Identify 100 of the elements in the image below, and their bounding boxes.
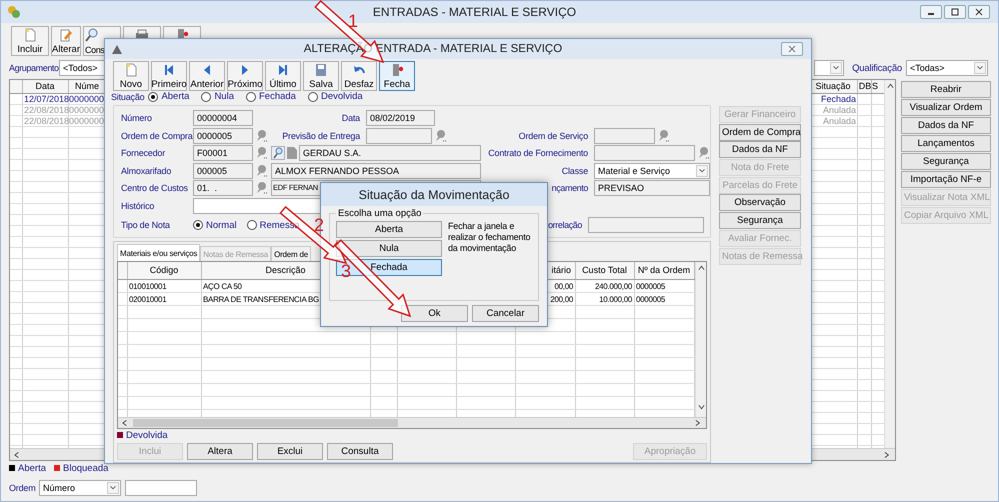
option-button[interactable]: Aberta [336, 221, 442, 238]
table-cell-text: 00,00 [553, 281, 574, 293]
supplier-code-field[interactable]: F00001 [193, 145, 253, 161]
search-icon[interactable] [271, 146, 285, 160]
entry-field[interactable]: PREVISAO [594, 180, 710, 196]
action-button[interactable]: Altera [187, 443, 253, 460]
action-button[interactable]: Dados da NF [719, 141, 801, 158]
warehouse-name-field[interactable]: ALMOX FERNANDO PESSOA [271, 162, 481, 178]
pin-icon[interactable] [697, 146, 711, 160]
search-field[interactable] [125, 480, 197, 496]
dropdown[interactable] [814, 60, 844, 76]
cancel-button[interactable]: Cancelar [472, 305, 539, 322]
order-dropdown[interactable]: Número [39, 480, 121, 496]
radio-option[interactable]: Aberta [148, 91, 190, 102]
close-button[interactable] [781, 42, 803, 56]
scroll-up-icon[interactable] [886, 82, 894, 90]
pin-icon[interactable] [657, 128, 671, 142]
toolbar-button[interactable]: Último [265, 61, 301, 92]
action-button[interactable]: Ordem de Compra [719, 124, 801, 141]
search-icon [85, 28, 99, 42]
toolbar-button[interactable]: Primeiro [151, 61, 187, 92]
action-button[interactable]: Reabrir [901, 81, 991, 98]
minimize-button[interactable] [920, 5, 942, 19]
table-cell-text: 22/08/2018 [23, 105, 68, 116]
cost-center-code-field[interactable]: 01. . [193, 180, 253, 196]
toolbar-button[interactable]: Salva [303, 61, 339, 92]
action-button[interactable]: Exclui [257, 443, 323, 460]
dropdown-icon[interactable] [974, 62, 986, 74]
close-button[interactable] [968, 5, 990, 19]
column-header: DB [858, 80, 872, 93]
number-field[interactable]: 00000004 [193, 110, 253, 126]
pin-icon[interactable] [255, 181, 269, 195]
legend-item: Devolvida [117, 429, 707, 441]
dropdown-icon[interactable] [696, 164, 708, 176]
toolbar-button[interactable]: Desfaz [341, 61, 377, 92]
supplier-name-field[interactable]: GERDAU S.A. [299, 145, 481, 161]
qualification-dropdown[interactable]: <Todas> [906, 60, 988, 76]
radio-option[interactable]: Fechada [246, 91, 296, 102]
scroll-right-icon[interactable] [695, 419, 702, 427]
last-icon [276, 63, 290, 78]
action-button[interactable]: Observação [719, 194, 801, 212]
radio-option[interactable]: Devolvida [308, 91, 363, 102]
tab[interactable]: Ordem de [271, 246, 312, 261]
toolbar-button[interactable]: Próximo [227, 61, 263, 92]
field-label: Contrato de Fornecimento [487, 148, 588, 158]
action-button[interactable]: Lançamentos [901, 135, 991, 152]
dropdown-icon[interactable] [107, 482, 119, 494]
hint-text: Fechar a janela e realizar o fechamento da movimentação [448, 221, 532, 255]
action-button[interactable]: Consulta [327, 443, 393, 460]
correlation-field[interactable] [588, 217, 704, 233]
pin-icon[interactable] [255, 146, 269, 160]
action-button[interactable]: Dados da NF [901, 117, 991, 134]
purchase-order-field[interactable]: 0000005 [193, 128, 253, 144]
table-cell-text: Fechada [820, 94, 857, 105]
table-cell-text: 020010001 [128, 294, 168, 306]
contract-field[interactable] [594, 145, 695, 161]
pin-icon[interactable] [434, 128, 448, 142]
date-field[interactable]: 08/02/2019 [366, 110, 435, 126]
scroll-up-icon[interactable] [698, 264, 704, 272]
action-button[interactable]: Segurança [719, 212, 801, 230]
pin-icon[interactable] [255, 128, 269, 142]
column-header: Nº da Ordem [638, 264, 690, 277]
tab[interactable]: Materiais e/ou serviços [117, 244, 200, 261]
field-label: Previsão de Entrega [281, 130, 360, 140]
toolbar-button[interactable]: Incluir [11, 26, 49, 56]
field-label: Classe [560, 166, 588, 176]
table-cell-text: 0000005 [635, 294, 666, 306]
delivery-field[interactable] [366, 128, 432, 144]
action-button[interactable]: Segurança [901, 153, 991, 170]
service-order-field[interactable] [594, 128, 655, 144]
maximize-button[interactable] [944, 5, 966, 19]
scroll-left-icon[interactable] [14, 450, 21, 458]
table-cell-text: 22/08/2018 [23, 116, 68, 127]
scroll-right-icon[interactable] [884, 450, 891, 458]
scrollbar[interactable] [695, 262, 706, 417]
door-icon [390, 63, 404, 78]
column-header: S [872, 80, 878, 93]
scrollbar[interactable] [118, 417, 706, 428]
page-icon [124, 63, 138, 78]
grouping-label: Agrupamento [9, 63, 59, 73]
scroll-left-icon[interactable] [122, 419, 129, 427]
class-dropdown[interactable]: Material e Serviço [594, 162, 710, 178]
toolbar-button[interactable]: Novo [113, 61, 149, 92]
action-button[interactable]: Importação NF-e [901, 171, 991, 188]
table-cell-text: 0000000 [69, 94, 106, 105]
column-header: Código [150, 264, 178, 277]
radio-option[interactable]: Nula [201, 91, 234, 102]
toolbar-button[interactable]: Anterior [189, 61, 225, 92]
field-label: Número [121, 113, 153, 123]
toolbar-button[interactable]: Alterar [51, 26, 81, 56]
warehouse-code-field[interactable]: 000005 [193, 162, 253, 178]
legend-item: Bloqueada [54, 462, 108, 474]
radio-option[interactable]: Normal [193, 220, 237, 230]
toolbar-button[interactable]: Fecha [379, 61, 415, 92]
dropdown-icon[interactable] [830, 62, 842, 74]
ok-button[interactable]: Ok [401, 305, 468, 322]
scrollbar[interactable] [884, 80, 895, 448]
scroll-down-icon[interactable] [698, 403, 704, 411]
action-button[interactable]: Visualizar Ordem [901, 99, 991, 116]
pin-icon[interactable] [255, 164, 269, 178]
